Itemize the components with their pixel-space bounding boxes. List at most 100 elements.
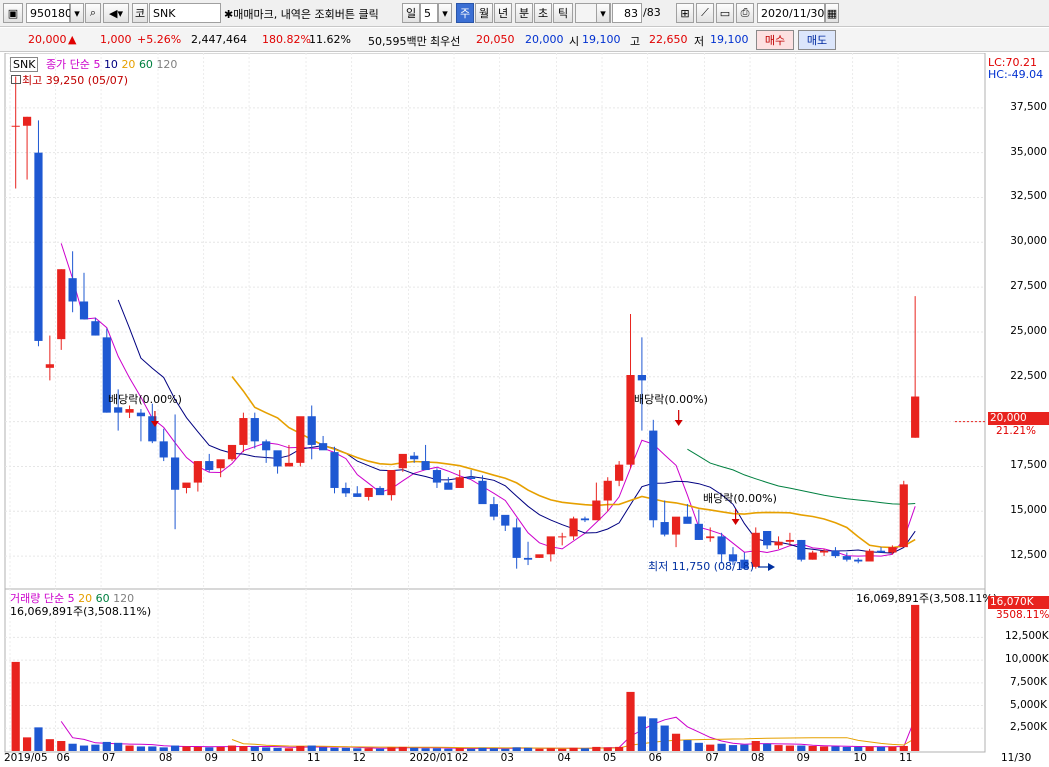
- volume-ratio: 180.82%: [262, 33, 311, 46]
- volume-tick-label: 7,500K: [1010, 675, 1047, 688]
- trend-icon[interactable]: ⟋: [696, 3, 714, 23]
- time-tick-label: 12: [352, 752, 366, 764]
- search-icon[interactable]: ⌕: [85, 3, 101, 23]
- volume-bar: [706, 744, 715, 751]
- save-icon[interactable]: ▭: [716, 3, 734, 23]
- sound-icon[interactable]: ◀▾: [103, 3, 129, 23]
- volume-bar: [740, 744, 749, 751]
- volume-bar: [854, 746, 863, 751]
- volume-bar: [364, 748, 373, 751]
- candle-body: [842, 556, 851, 560]
- dividend-label: 배당락(0.00%): [634, 393, 708, 406]
- best-bid: 20,000: [525, 33, 564, 46]
- time-tick-label: 08: [159, 752, 173, 764]
- volume-bar: [330, 747, 339, 751]
- volume-bar: [22, 737, 32, 751]
- volume-bar: [888, 746, 897, 751]
- price-tick-label: 37,500: [1010, 100, 1047, 113]
- volume-bar: [717, 743, 726, 751]
- price-volume-chart[interactable]: [0, 53, 1049, 767]
- volume-bar: [148, 746, 157, 751]
- time-tick-label: 06: [648, 752, 662, 764]
- candle-body: [888, 547, 897, 553]
- volume-bar: [421, 748, 430, 751]
- period-year-button[interactable]: 년: [494, 3, 512, 23]
- stock-name-field[interactable]: SNK: [149, 3, 221, 23]
- period-day-button[interactable]: 일: [402, 3, 420, 23]
- volume-tick-label: 2,500K: [1010, 721, 1047, 734]
- period-count-dropdown-icon[interactable]: ▾: [438, 3, 452, 23]
- period-count-field[interactable]: 5: [420, 3, 438, 23]
- volume-bar: [569, 747, 578, 751]
- candle-body: [717, 536, 726, 555]
- volume-bar: [592, 746, 601, 751]
- time-tick-label: 2020/01: [409, 752, 454, 764]
- date-input[interactable]: 2020/11/30: [757, 3, 825, 23]
- volume-bar: [125, 745, 134, 751]
- candle-body: [546, 536, 555, 555]
- grid-icon[interactable]: ⊞: [676, 3, 694, 23]
- volume-bar: [671, 733, 681, 751]
- candle-body: [876, 550, 886, 553]
- candle-body: [785, 539, 795, 542]
- page-counter[interactable]: 83: [612, 3, 642, 23]
- volume-tick-label: 5,000K: [1010, 698, 1047, 711]
- candle-body: [57, 269, 66, 340]
- volume-bar: [102, 741, 111, 751]
- candle-body: [227, 444, 237, 460]
- market-label[interactable]: 코: [132, 3, 148, 23]
- time-tick-label: 09: [796, 752, 810, 764]
- price-tick-label: 27,500: [1010, 280, 1047, 293]
- period-week-button[interactable]: 주: [456, 3, 474, 23]
- legend-symbol[interactable]: SNK: [10, 57, 39, 72]
- hc-label: HC:-49.04: [988, 68, 1044, 81]
- candle-body: [421, 461, 430, 471]
- volume-bar: [79, 745, 89, 751]
- volume-bar: [410, 747, 419, 751]
- candle-body: [239, 418, 248, 445]
- volume-bar: [763, 743, 772, 751]
- candle-body: [410, 455, 419, 460]
- candle-body: [114, 407, 123, 413]
- turnover-ratio: 11.62%: [309, 33, 351, 46]
- time-tick-label: 11: [307, 752, 321, 764]
- volume-bar: [751, 741, 760, 751]
- price-tick-label: 32,500: [1010, 190, 1047, 203]
- tick-dropdown-icon[interactable]: ▾: [596, 3, 610, 23]
- chart-toolbar: ▣ 950180 ▾ ⌕ ◀▾ 코 SNK ✱매매마크, 내역은 조회버튼 클릭…: [0, 0, 1049, 27]
- volume-bar: [170, 745, 180, 751]
- period-month-button[interactable]: 월: [475, 3, 493, 23]
- calendar-icon[interactable]: ▦: [825, 3, 839, 23]
- current-price-tag: 20,000: [988, 412, 1049, 425]
- dividend-label: 배당락(0.00%): [108, 393, 182, 406]
- price-tick-label: 17,500: [1010, 459, 1047, 472]
- candle-body: [535, 554, 544, 558]
- candle-body: [125, 409, 134, 413]
- volume-bar: [250, 746, 259, 751]
- period-tick-button[interactable]: 틱: [553, 3, 573, 23]
- stock-code-input[interactable]: 950180: [26, 3, 72, 23]
- volume-bar: [398, 746, 407, 751]
- volume-bar: [876, 746, 886, 751]
- code-dropdown-icon[interactable]: ▾: [70, 3, 84, 23]
- max-price-label: 최고 39,250 (05/07): [11, 72, 128, 88]
- period-second-button[interactable]: 초: [534, 3, 552, 23]
- volume-bar: [683, 740, 692, 751]
- volume-bar: [580, 748, 590, 751]
- high-label: 고: [630, 35, 641, 48]
- volume-bar: [341, 747, 350, 751]
- buy-button[interactable]: 매수: [756, 30, 794, 50]
- print-icon[interactable]: ⎙: [736, 3, 754, 23]
- hint-text: ✱매매마크, 내역은 조회버튼 클릭: [224, 8, 379, 21]
- window-icon[interactable]: ▣: [3, 3, 23, 23]
- volume-bar: [91, 744, 100, 751]
- time-tick-label: 09: [204, 752, 218, 764]
- period-minute-button[interactable]: 분: [515, 3, 533, 23]
- sell-button[interactable]: 매도: [798, 30, 836, 50]
- candle-body: [683, 516, 692, 524]
- candle-body: [626, 375, 635, 465]
- volume-bar: [375, 748, 385, 751]
- volume-tick-label: 12,500K: [1005, 630, 1049, 643]
- volume-bar: [193, 746, 202, 751]
- legend-ma20: 20: [121, 58, 136, 71]
